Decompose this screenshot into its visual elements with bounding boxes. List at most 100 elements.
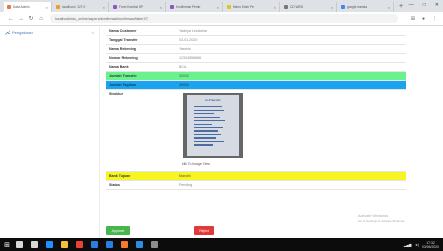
- browser-tab[interactable]: Data Admin ×: [4, 2, 52, 12]
- close-tab-icon[interactable]: ×: [272, 5, 276, 10]
- file-explorer-icon[interactable]: [61, 241, 68, 248]
- tab-label: localhost / 127.0: [62, 5, 86, 9]
- chrome-icon[interactable]: [76, 241, 83, 248]
- reject-button[interactable]: Reject: [194, 226, 214, 235]
- evidence-cell: m-Transfer klik To Image View: [176, 90, 406, 171]
- row-label: Jumlah Tagihan: [109, 83, 137, 87]
- row-value: Mandiri: [179, 174, 191, 178]
- close-tab-icon[interactable]: ×: [158, 5, 162, 10]
- tab-favicon-icon: [170, 5, 174, 9]
- close-tab-icon[interactable]: ×: [386, 5, 390, 10]
- new-tab-button[interactable]: +: [395, 2, 403, 12]
- receipt-image[interactable]: m-Transfer: [183, 93, 243, 158]
- activate-windows-watermark: Activate Windows Go to Settings to activ…: [358, 214, 405, 224]
- tab-favicon-icon: [341, 5, 345, 9]
- row-label: Nama Bank: [109, 65, 129, 69]
- receipt-screen: m-Transfer: [187, 95, 239, 156]
- receipt-text-line: [194, 109, 224, 111]
- tab-label: Data Admin: [13, 5, 30, 9]
- mail-icon[interactable]: [106, 241, 113, 248]
- terminal-icon[interactable]: [151, 241, 158, 248]
- action-bar: Approve Reject: [106, 225, 406, 237]
- row-label: Struktur: [109, 92, 123, 96]
- browser-tab[interactable]: localhost / 127.0 ×: [53, 2, 109, 12]
- receipt-text-line: [194, 123, 212, 125]
- receipt-text-line: [194, 120, 225, 122]
- table-row: Nomor Rekening 12334556888: [106, 54, 406, 63]
- row-label: Status: [109, 183, 120, 187]
- tab-label: Form Koreksi SP: [119, 5, 144, 9]
- reload-icon[interactable]: ↻: [26, 15, 36, 22]
- browser-tab[interactable]: Form Koreksi SP ×: [110, 2, 166, 12]
- row-label: Tanggal Transfer: [109, 38, 138, 42]
- table-row: Nama Rekening Yasmin: [106, 45, 406, 54]
- xampp-icon[interactable]: [121, 241, 128, 248]
- tab-favicon-icon: [284, 5, 288, 9]
- close-window-icon[interactable]: ✕: [435, 2, 439, 8]
- row-value: Yadnya Lestarina: [179, 29, 207, 33]
- browser-tab[interactable]: Konfirmasi Pemb ×: [167, 2, 223, 12]
- close-tab-icon[interactable]: ×: [101, 5, 105, 10]
- volume-icon[interactable]: ◄): [415, 243, 420, 247]
- maximize-icon[interactable]: □: [423, 2, 426, 8]
- row-value: 30000: [179, 74, 189, 78]
- row-label: Nama Rekening: [109, 47, 136, 51]
- browser-tab[interactable]: Menu Kirim Pe ×: [224, 2, 280, 12]
- sidebar-item-pengaturan[interactable]: Pengaturan <: [0, 27, 99, 38]
- payment-detail-table: Nama Customer Yadnya Lestarina Tanggal Tra…: [106, 27, 406, 238]
- close-tab-icon[interactable]: ×: [329, 5, 333, 10]
- receipt-text-line: [194, 140, 224, 143]
- extensions-icon[interactable]: ⊞: [411, 16, 415, 22]
- close-tab-icon[interactable]: ×: [44, 5, 48, 10]
- store-icon[interactable]: [91, 241, 98, 248]
- search-icon[interactable]: [16, 241, 23, 248]
- row-label: Nama Customer: [109, 29, 137, 33]
- home-icon[interactable]: ⌂: [36, 16, 46, 22]
- chevron-left-icon: <: [91, 30, 94, 35]
- browser-tab[interactable]: google transla ×: [338, 2, 394, 12]
- profile-icon[interactable]: ●: [422, 16, 425, 22]
- table-row: Nama Bank BCA: [106, 63, 406, 72]
- receipt-title: m-Transfer: [205, 98, 221, 102]
- url-text: localhost/edu_online/aspera/konfirmasi/k…: [55, 16, 149, 21]
- browser-tab-bar: Data Admin × localhost / 127.0 × Form Koreks…: [0, 0, 443, 12]
- tab-favicon-icon: [227, 5, 231, 9]
- receipt-text-line: [194, 137, 216, 139]
- tab-favicon-icon: [7, 5, 11, 9]
- table-row: Nama Customer Yadnya Lestarina: [106, 27, 406, 36]
- tab-label: google transla: [347, 5, 368, 9]
- receipt-text-line: [194, 127, 223, 129]
- row-value: 03-01-2020: [179, 38, 198, 42]
- tab-favicon-icon: [113, 5, 117, 9]
- receipt-text-line: [194, 113, 214, 115]
- row-value: Yasmin: [179, 47, 191, 51]
- table-row: Jumlah Tagihan 30000: [106, 81, 406, 90]
- minimize-icon[interactable]: —: [409, 2, 414, 8]
- clock-date: 03/06/2020: [422, 244, 439, 249]
- wrench-icon: [5, 30, 10, 35]
- tab-label: Konfirmasi Pemb: [176, 5, 201, 9]
- network-icon[interactable]: ▂▄▆: [404, 243, 412, 247]
- back-icon[interactable]: ←: [6, 16, 16, 22]
- vscode-icon[interactable]: [136, 241, 143, 248]
- row-value: 30000: [179, 83, 189, 87]
- task-view-icon[interactable]: [31, 241, 38, 248]
- receipt-text-line: [194, 133, 221, 136]
- row-value: Pending: [179, 183, 193, 187]
- url-input[interactable]: localhost/edu_online/aspera/konfirmasi/k…: [50, 14, 398, 23]
- sidebar: Pengaturan <: [0, 27, 100, 238]
- browser-toolbar: ← → ↻ ⌂ localhost/edu_online/aspera/konf…: [0, 12, 443, 26]
- forward-icon[interactable]: →: [16, 16, 26, 22]
- table-row: Bank Tujuan Mandiri: [106, 172, 406, 181]
- receipt-text-line: [194, 144, 213, 146]
- sidebar-item-label: Pengaturan: [12, 30, 33, 35]
- view-image-link[interactable]: klik To Image View: [182, 162, 210, 166]
- close-tab-icon[interactable]: ×: [215, 5, 219, 10]
- edge-icon[interactable]: [46, 241, 53, 248]
- approve-button[interactable]: Approve: [106, 226, 130, 235]
- table-row: Tanggal Transfer 03-01-2020: [106, 36, 406, 45]
- browser-tab[interactable]: CD WEB ×: [281, 2, 337, 12]
- windows-start-icon[interactable]: ⊞: [2, 241, 12, 249]
- clock[interactable]: 17:32 03/06/2020: [422, 241, 439, 249]
- menu-icon[interactable]: ⋮: [432, 16, 437, 22]
